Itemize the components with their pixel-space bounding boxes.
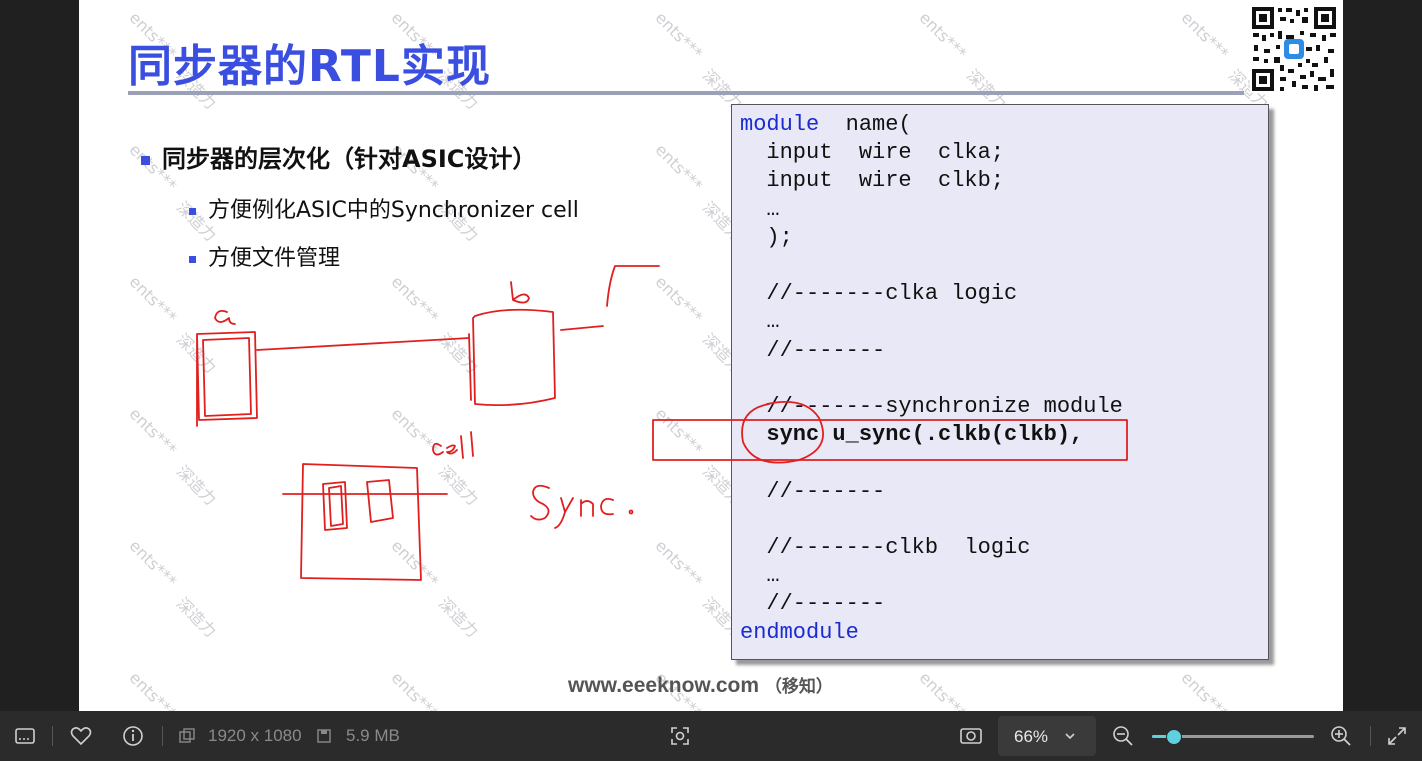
- filmstrip-icon: [15, 728, 35, 744]
- code-line: endmodule: [740, 619, 859, 645]
- favorite-button[interactable]: [70, 724, 92, 748]
- visual-search-button[interactable]: [669, 724, 691, 748]
- zoom-out-button[interactable]: [1112, 724, 1134, 748]
- fullscreen-button[interactable]: [1386, 724, 1408, 748]
- code-line: module name(: [740, 112, 912, 137]
- watermark-text: ents***: [125, 272, 181, 327]
- code-line: …: [740, 196, 780, 222]
- watermark-text: 深造力: [172, 461, 221, 510]
- code-line: input wire clkb;: [740, 168, 1005, 194]
- watermark-text: ents***: [651, 536, 707, 591]
- watermark-text: ents***: [915, 668, 971, 711]
- file-size: 5.9 MB: [316, 724, 400, 748]
- watermark-text: ents***: [1177, 8, 1233, 63]
- code-line: …: [740, 563, 780, 589]
- watermark-text: ents***: [651, 272, 707, 327]
- bullet-text: 同步器的层次化（针对ASIC设计）: [162, 145, 537, 173]
- dimensions-icon: [179, 728, 195, 743]
- file-info-button[interactable]: [122, 724, 144, 748]
- watermark-text: ents***: [125, 668, 181, 711]
- watermark-text: 深造力: [434, 593, 483, 642]
- actual-size-icon: [960, 728, 982, 744]
- zoom-out-icon: [1113, 726, 1133, 746]
- ink-wire-out: [560, 325, 604, 331]
- scan-icon: [671, 727, 689, 745]
- title-divider: [128, 91, 1244, 95]
- watermark-text: ents***: [125, 536, 181, 591]
- zoom-in-button[interactable]: [1330, 724, 1352, 748]
- verilog-code: module name( input wire clka; input wire…: [740, 111, 1123, 647]
- zoom-value: 66%: [1014, 727, 1049, 746]
- qr-code-icon: [1250, 5, 1338, 93]
- bullet-marker: [141, 155, 150, 165]
- code-line: //-------synchronize module: [740, 394, 1123, 420]
- watermark-text: ents***: [387, 404, 443, 459]
- actual-size-button[interactable]: [959, 724, 983, 748]
- bullet-hierarchy: 同步器的层次化（针对ASIC设计）: [141, 139, 536, 174]
- code-line: //-------: [740, 591, 886, 617]
- watermark-text: 深造力: [172, 329, 221, 378]
- toolbar-separator: [1370, 726, 1371, 746]
- info-icon: [123, 726, 143, 746]
- code-line: //-------clkb logic: [740, 535, 1031, 561]
- sub-bullet-synchronizer-cell: 方便例化ASIC中的Synchronizer cell: [189, 192, 579, 224]
- bullet-text: 方便文件管理: [208, 246, 341, 271]
- watermark-text: ents***: [387, 536, 443, 591]
- slide-title: 同步器的RTL实现: [128, 41, 491, 92]
- sub-bullet-file-management: 方便文件管理: [189, 240, 340, 272]
- code-line: input wire clka;: [740, 140, 1005, 166]
- watermark-text: ents***: [651, 404, 707, 459]
- footer-brand: （移知）: [764, 677, 833, 696]
- image-dimensions: 1920 x 1080: [178, 724, 302, 748]
- save-disk-icon: [317, 729, 331, 743]
- file-size-text: 5.9 MB: [346, 726, 400, 745]
- filmstrip-toggle-button[interactable]: [14, 724, 36, 748]
- code-line: //-------: [740, 478, 886, 504]
- expand-icon: [1388, 727, 1406, 745]
- watermark-text: ents***: [651, 8, 707, 63]
- watermark-text: 深造力: [172, 593, 221, 642]
- slide-image: ents*** 深造力 ents*** 深造力 ents*** 深造力 ents*** 深造力…: [79, 0, 1343, 711]
- heart-icon: [70, 727, 92, 746]
- footer-url: www.eeeknow.com: [568, 674, 759, 697]
- watermark-text: ents***: [125, 404, 181, 459]
- zoom-slider-handle[interactable]: [1166, 729, 1183, 745]
- code-line: //-------: [740, 337, 886, 363]
- chevron-down-icon: [1065, 733, 1075, 740]
- code-block: module name( input wire clka; input wire…: [731, 104, 1269, 660]
- watermark-text: 深造力: [434, 461, 483, 510]
- toolbar-separator: [162, 726, 163, 746]
- watermark-text: ents***: [915, 8, 971, 63]
- bullet-marker: [189, 207, 196, 215]
- bullet-text: 方便例化ASIC中的Synchronizer cell: [208, 198, 579, 223]
- zoom-slider[interactable]: [1152, 729, 1314, 745]
- watermark-text: ents***: [651, 140, 707, 195]
- zoom-in-icon: [1331, 726, 1351, 746]
- footer: www.eeeknow.com （移知）: [568, 672, 833, 698]
- zoom-dropdown[interactable]: 66%: [998, 716, 1096, 756]
- watermark-text: ents***: [387, 668, 443, 711]
- code-line: );: [740, 224, 793, 250]
- ink-box-b: [472, 308, 556, 407]
- bullet-marker: [189, 255, 196, 263]
- code-line: //-------clka logic: [740, 281, 1018, 307]
- code-line: …: [740, 309, 780, 335]
- toolbar-separator: [52, 726, 53, 746]
- dimensions-text: 1920 x 1080: [208, 726, 302, 745]
- watermark-text: ents***: [1177, 668, 1233, 711]
- code-line: sync u_sync(.clkb(clkb),: [740, 422, 1084, 448]
- watermark-text: ents***: [387, 272, 443, 327]
- watermark-text: 深造力: [434, 329, 483, 378]
